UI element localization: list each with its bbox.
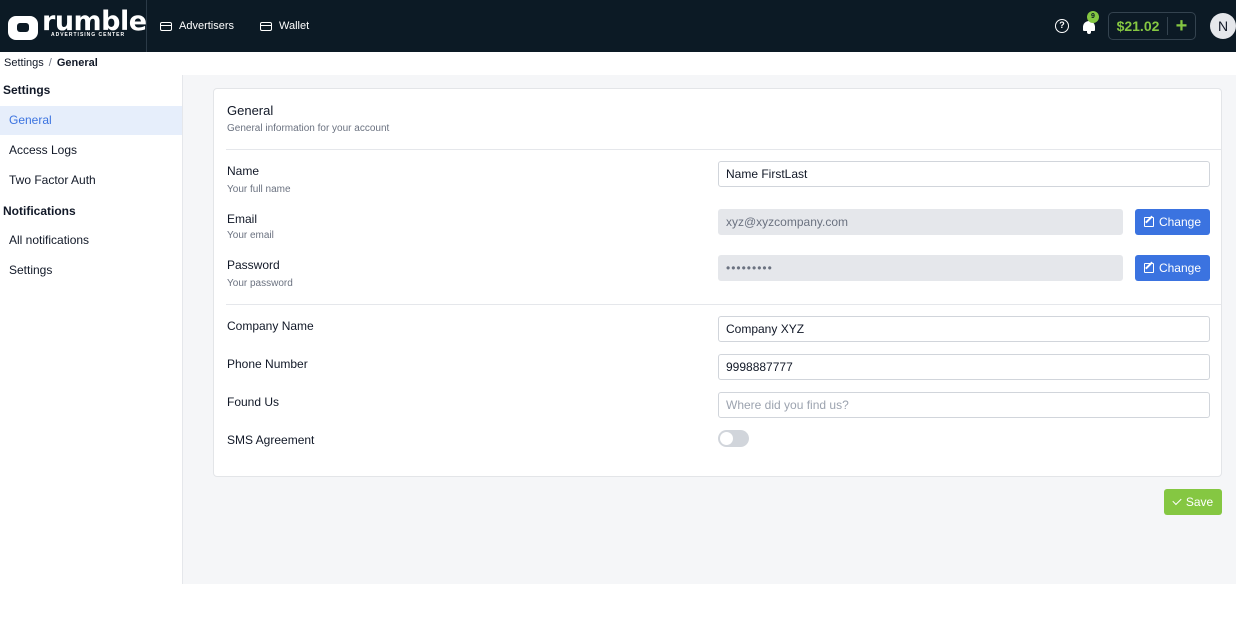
- breadcrumb-settings[interactable]: Settings: [4, 57, 44, 69]
- company-name-label: Company Name: [227, 319, 314, 333]
- card-icon: [260, 21, 272, 31]
- sidebar-item-two-factor-auth[interactable]: Two Factor Auth: [0, 166, 182, 195]
- logo-icon: [8, 16, 38, 40]
- sidebar-item-notification-settings[interactable]: Settings: [0, 256, 182, 285]
- notification-badge: 9: [1087, 11, 1099, 23]
- top-divider: [146, 0, 147, 52]
- panel-title: General: [227, 103, 274, 118]
- name-label: Name: [227, 164, 260, 178]
- phone-number-field[interactable]: [718, 354, 1210, 380]
- card-icon: [160, 21, 172, 31]
- password-field: [718, 255, 1123, 281]
- email-hint: Your email: [227, 230, 274, 241]
- change-email-label: Change: [1158, 215, 1202, 229]
- password-label: Password: [227, 258, 280, 272]
- wallet-balance[interactable]: $21.02 +: [1108, 12, 1196, 40]
- sidebar-heading-notifications: Notifications: [3, 204, 76, 218]
- breadcrumb: Settings / General: [4, 57, 98, 69]
- save-label: Save: [1185, 495, 1214, 509]
- nav-advertisers-label: Advertisers: [179, 20, 235, 32]
- edit-icon: [1143, 263, 1154, 273]
- sidebar-item-all-notifications[interactable]: All notifications: [0, 226, 182, 255]
- general-settings-panel: General General information for your acc…: [213, 88, 1222, 477]
- sms-agreement-label: SMS Agreement: [227, 433, 315, 447]
- main-content: General General information for your acc…: [183, 75, 1236, 584]
- plus-icon[interactable]: +: [1168, 13, 1195, 39]
- bell-clapper: [1087, 31, 1091, 34]
- breadcrumb-current: General: [56, 57, 98, 69]
- password-hint: Your password: [227, 278, 293, 289]
- sidebar: Settings General Access Logs Two Factor …: [0, 75, 183, 584]
- divider: [226, 304, 1221, 305]
- phone-number-label: Phone Number: [227, 357, 308, 371]
- nav-wallet[interactable]: Wallet: [260, 0, 309, 52]
- breadcrumb-separator: /: [48, 57, 52, 69]
- name-field[interactable]: [718, 161, 1210, 187]
- sms-agreement-toggle[interactable]: [718, 430, 749, 447]
- sidebar-heading-settings: Settings: [3, 83, 51, 97]
- change-password-label: Change: [1158, 261, 1202, 275]
- sidebar-item-general[interactable]: General: [0, 106, 182, 135]
- sidebar-item-access-logs[interactable]: Access Logs: [0, 136, 182, 165]
- email-label: Email: [227, 212, 258, 226]
- change-password-button[interactable]: Change: [1135, 255, 1210, 281]
- balance-amount: $21.02: [1116, 18, 1160, 34]
- rumble-logo[interactable]: rumble ADVERTISING CENTER: [8, 6, 147, 43]
- found-us-label: Found Us: [227, 395, 280, 409]
- save-button[interactable]: Save: [1164, 489, 1222, 515]
- avatar[interactable]: N: [1210, 13, 1236, 39]
- logo-tagline: ADVERTISING CENTER: [51, 32, 126, 38]
- toggle-knob: [720, 432, 733, 445]
- email-field: [718, 209, 1123, 235]
- nav-wallet-label: Wallet: [279, 20, 310, 32]
- panel-subtitle: General information for your account: [227, 123, 390, 134]
- company-name-field[interactable]: [718, 316, 1210, 342]
- nav-advertisers[interactable]: Advertisers: [160, 0, 234, 52]
- name-hint: Your full name: [227, 184, 291, 195]
- divider: [226, 149, 1221, 150]
- edit-icon: [1143, 217, 1154, 227]
- top-bar: rumble ADVERTISING CENTER Advertisers Wa…: [0, 0, 1236, 52]
- check-icon: [1172, 495, 1182, 506]
- found-us-field[interactable]: [718, 392, 1210, 418]
- help-icon[interactable]: ?: [1055, 19, 1069, 33]
- change-email-button[interactable]: Change: [1135, 209, 1210, 235]
